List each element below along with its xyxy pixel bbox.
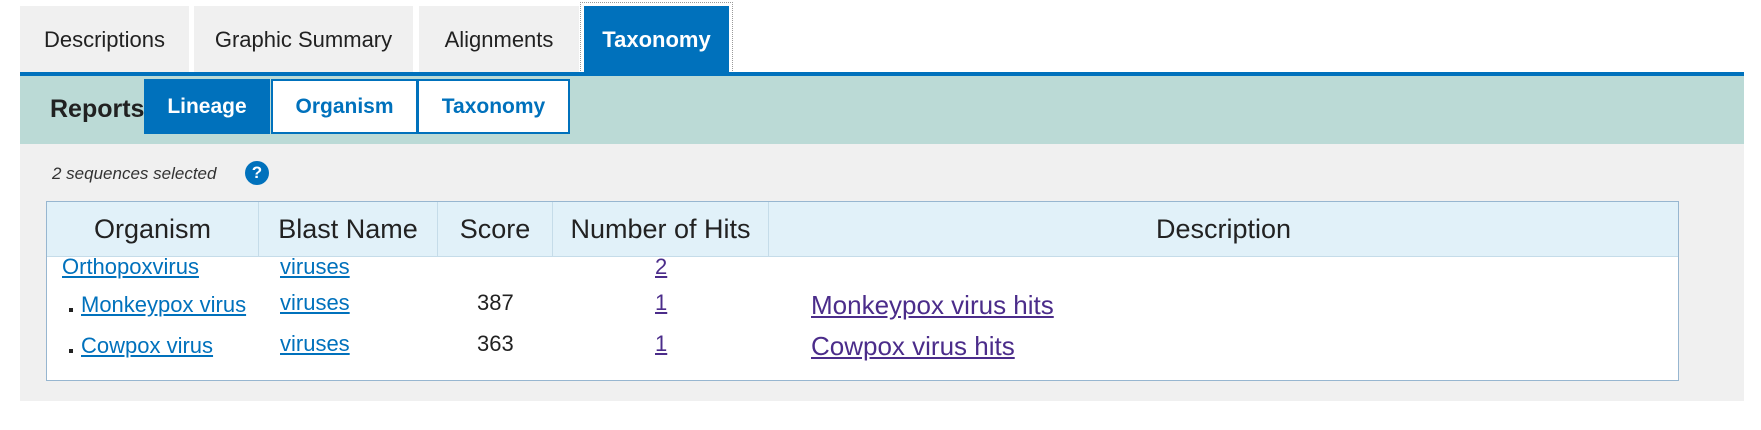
organism-link[interactable]: Monkeypox virus xyxy=(81,292,246,318)
score-value: 387 xyxy=(477,290,514,315)
results-tabs: Descriptions Graphic Summary Alignments … xyxy=(20,0,1744,77)
report-tab-organism[interactable]: Organism xyxy=(271,79,418,134)
tab-taxonomy[interactable]: Taxonomy xyxy=(580,2,733,77)
report-tab-taxonomy[interactable]: Taxonomy xyxy=(417,79,570,134)
tab-descriptions[interactable]: Descriptions xyxy=(20,6,189,73)
report-tab-lineage[interactable]: Lineage xyxy=(144,79,270,134)
selection-count: 2 sequences selected xyxy=(52,164,217,183)
blast-name-link[interactable]: viruses xyxy=(280,290,350,316)
hits-link[interactable]: 1 xyxy=(655,290,667,316)
header-score[interactable]: Score xyxy=(438,202,553,256)
description-link[interactable]: Monkeypox virus hits xyxy=(811,290,1054,321)
header-organism[interactable]: Organism xyxy=(47,202,259,256)
hits-link[interactable]: 2 xyxy=(655,254,667,280)
organism-link[interactable]: Orthopoxvirus xyxy=(62,254,199,280)
tab-graphic-summary[interactable]: Graphic Summary xyxy=(194,6,413,73)
lineage-table: Organism Blast Name Score Number of Hits… xyxy=(46,201,1679,381)
reports-bar: Reports Lineage Organism Taxonomy xyxy=(20,76,1744,144)
score-value: 363 xyxy=(477,331,514,356)
lineage-bullet xyxy=(69,308,73,312)
header-description: Description xyxy=(1155,213,1292,244)
description-link[interactable]: Cowpox virus hits xyxy=(811,331,1015,362)
table-header: Organism Blast Name Score Number of Hits… xyxy=(47,202,1678,257)
header-blast-name[interactable]: Blast Name xyxy=(259,202,438,256)
header-number-of-hits[interactable]: Number of Hits xyxy=(553,202,769,256)
lineage-panel: 2 sequences selected ? Organism Blast Na… xyxy=(20,144,1744,401)
question-circle-icon[interactable]: ? xyxy=(245,161,269,185)
organism-link[interactable]: Cowpox virus xyxy=(81,333,213,359)
blast-name-link[interactable]: viruses xyxy=(280,331,350,357)
results-container: Descriptions Graphic Summary Alignments … xyxy=(20,0,1744,401)
blast-name-link[interactable]: viruses xyxy=(280,254,350,280)
reports-label: Reports xyxy=(50,95,145,123)
hits-link[interactable]: 1 xyxy=(655,331,667,357)
lineage-bullet xyxy=(69,349,73,353)
tab-alignments[interactable]: Alignments xyxy=(419,6,579,73)
